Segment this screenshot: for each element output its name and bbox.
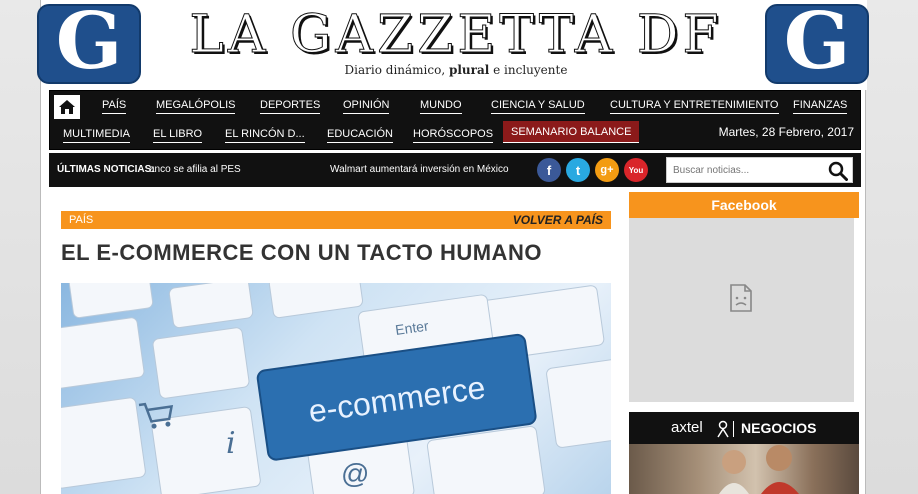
masthead: G LA GAZZETTA DF Diario dinámico, plural…	[37, 0, 869, 90]
twitter-glyph: t	[575, 162, 581, 178]
page-container: G LA GAZZETTA DF Diario dinámico, plural…	[37, 0, 869, 494]
tagline-post: e incluyente	[489, 63, 568, 77]
ticker-item[interactable]: anco se afilia al PES	[149, 164, 241, 175]
google-plus-glyph: g+	[600, 164, 614, 176]
nav-item-cultura[interactable]: CULTURA Y ENTRETENIMIENTO	[610, 99, 779, 114]
nav-item-el-rincon[interactable]: EL RINCÓN D...	[225, 128, 305, 143]
logo-left[interactable]: G	[37, 0, 141, 87]
nav-item-mundo[interactable]: MUNDO	[420, 99, 462, 114]
section-bar: PAÍS VOLVER A PAÍS	[61, 211, 611, 229]
info-icon: i	[226, 426, 236, 461]
ad-label: NEGOCIOS	[741, 420, 817, 436]
ad-brand: axtel	[671, 419, 703, 436]
nav-item-educacion[interactable]: EDUCACIÓN	[327, 128, 394, 143]
nav-item-megalopolis[interactable]: MEGALÓPOLIS	[156, 99, 236, 114]
home-icon	[59, 100, 75, 114]
nav-item-pais[interactable]: PAÍS	[102, 99, 127, 114]
news-ticker: ÚLTIMAS NOTICIAS: anco se afilia al PES …	[49, 153, 861, 187]
home-button[interactable]	[54, 95, 80, 119]
tagline-bold: plural	[448, 63, 490, 77]
sidebar-ad[interactable]: axtel NEGOCIOS	[629, 412, 859, 494]
nav-item-el-libro[interactable]: EL LIBRO	[153, 128, 203, 143]
ad-separator	[733, 421, 734, 437]
logo-right[interactable]: G	[765, 0, 869, 87]
nav-item-deportes[interactable]: DEPORTES	[260, 99, 321, 114]
site-title[interactable]: LA GAZZETTA DF	[161, 4, 751, 66]
at-symbol-icon: @	[341, 458, 369, 489]
facebook-icon[interactable]: f	[537, 158, 561, 182]
facebook-widget[interactable]	[629, 218, 854, 402]
broken-page-icon	[730, 284, 752, 312]
search-box	[666, 157, 853, 183]
youtube-glyph: You	[628, 165, 644, 175]
sidebar-facebook-header: Facebook	[629, 192, 859, 218]
twitter-icon[interactable]: t	[566, 158, 590, 182]
google-plus-icon[interactable]: g+	[595, 158, 619, 182]
main-nav: PAÍS MEGALÓPOLIS DEPORTES OPINIÓN MUNDO …	[49, 90, 861, 150]
nav-item-semanario-balance[interactable]: SEMANARIO BALANCE	[503, 121, 640, 143]
nav-item-finanzas[interactable]: FINANZAS	[793, 99, 848, 114]
nav-item-multimedia[interactable]: MULTIMEDIA	[63, 128, 131, 143]
tagline: Diario dinámico, plural e incluyente	[161, 63, 751, 77]
youtube-icon[interactable]: You	[624, 158, 648, 182]
back-to-section-link[interactable]: VOLVER A PAÍS	[513, 213, 603, 227]
nav-item-horoscopos[interactable]: HORÓSCOPOS	[413, 128, 494, 143]
article-hero-image: Enter e-commerce i @	[61, 283, 611, 494]
keyboard-illustration: Enter e-commerce i @	[61, 283, 611, 494]
current-date: Martes, 28 Febrero, 2017	[718, 125, 854, 139]
ad-photo	[629, 444, 859, 494]
nav-item-opinion[interactable]: OPINIÓN	[343, 99, 390, 114]
facebook-glyph: f	[546, 162, 552, 178]
article-title: EL E-COMMERCE CON UN TACTO HUMANO	[61, 240, 542, 265]
search-input[interactable]	[673, 162, 823, 178]
logo-letter: G	[55, 0, 123, 87]
search-icon[interactable]	[828, 161, 848, 181]
ticker-label: ÚLTIMAS NOTICIAS:	[57, 164, 155, 175]
tagline-pre: Diario dinámico,	[344, 63, 449, 77]
section-name: PAÍS	[69, 214, 94, 226]
nav-item-ciencia-y-salud[interactable]: CIENCIA Y SALUD	[491, 99, 585, 114]
axtel-logo-icon	[717, 420, 729, 438]
logo-letter: G	[783, 0, 851, 87]
ticker-item[interactable]: Walmart aumentará inversión en México	[330, 164, 509, 175]
